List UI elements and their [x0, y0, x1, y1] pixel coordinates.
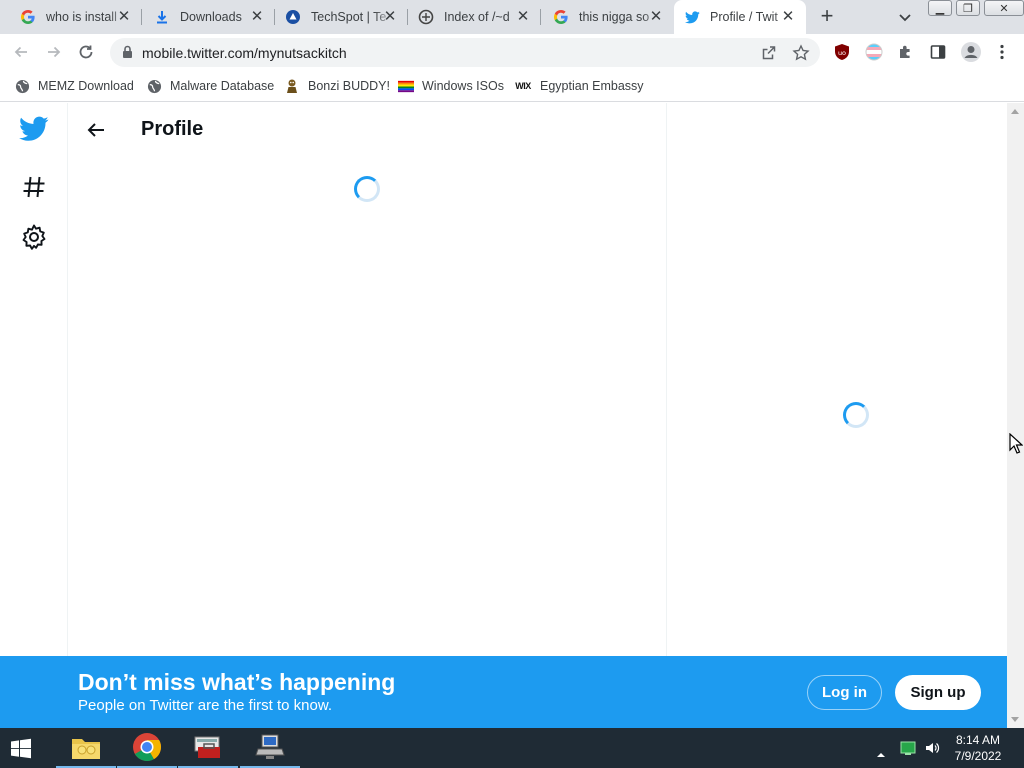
signup-banner: Don’t miss what’s happening People on Tw… — [0, 656, 1007, 728]
window-controls: ▁ ❐ ✕ — [928, 0, 1024, 16]
new-tab-button[interactable]: + — [815, 5, 839, 29]
bookmark-star-icon[interactable] — [792, 44, 810, 62]
bookmark-windows-isos[interactable]: Windows ISOs — [398, 76, 504, 96]
rainbow-flag-icon — [398, 78, 414, 94]
bookmark-label: Egyptian Embassy — [540, 79, 644, 93]
profile-main-column: Profile — [69, 103, 667, 728]
bookmark-label: Malware Database — [170, 79, 275, 93]
bookmark-egyptian-embassy[interactable]: WIX Egyptian Embassy — [514, 76, 644, 96]
bookmark-malware-database[interactable]: Malware Database — [146, 76, 274, 96]
bookmark-memz[interactable]: MEMZ Download — [14, 76, 134, 96]
computer-icon — [255, 734, 285, 759]
scroll-up-arrow-icon[interactable] — [1011, 109, 1019, 114]
twitter-page: Profile — [0, 103, 1007, 728]
google-g-icon — [20, 9, 36, 25]
side-panel-icon[interactable] — [929, 43, 947, 61]
tab-close-icon[interactable]: ✕ — [249, 9, 265, 25]
close-window-button[interactable]: ✕ — [984, 0, 1024, 16]
tab-1[interactable]: who is install ✕ — [0, 0, 142, 34]
tab-close-icon[interactable]: ✕ — [515, 9, 531, 25]
bookmarks-bar: MEMZ Download Malware Database Bonzi BUD… — [0, 70, 1024, 102]
globe-icon — [14, 78, 30, 94]
menu-dots-icon[interactable] — [993, 43, 1011, 61]
windows-start-icon[interactable] — [10, 738, 32, 760]
page-title: Profile — [141, 118, 204, 140]
tab-2[interactable]: Downloads ✕ — [142, 0, 275, 34]
twitter-bird-icon — [684, 9, 700, 25]
index-icon — [418, 9, 434, 25]
settings-gear-icon[interactable] — [20, 223, 48, 251]
clock-date: 7/9/2022 — [954, 749, 1002, 763]
forward-arrow-icon — [48, 46, 61, 58]
banner-headline: Don’t miss what’s happening — [78, 669, 396, 695]
tab-close-icon[interactable]: ✕ — [648, 9, 664, 25]
scroll-down-arrow-icon[interactable] — [1011, 717, 1019, 722]
address-bar[interactable]: mobile.twitter.com/mynutsackitch — [110, 38, 820, 67]
explore-hashtag-icon[interactable] — [20, 173, 48, 201]
taskbar-chrome[interactable] — [117, 728, 177, 768]
screen: who is install ✕ Downloads ✕ TechSpot | … — [0, 0, 1024, 768]
bookmark-bonzi-buddy[interactable]: Bonzi BUDDY! — [284, 76, 390, 96]
extensions-puzzle-icon[interactable] — [897, 43, 915, 61]
back-button[interactable] — [10, 41, 32, 63]
techspot-icon — [285, 9, 301, 25]
restore-button[interactable]: ❐ — [956, 0, 980, 16]
toolbox-icon — [194, 736, 220, 758]
signup-button[interactable]: Sign up — [895, 675, 981, 710]
chrome-icon — [133, 733, 161, 761]
back-arrow-icon[interactable] — [85, 119, 107, 141]
tray-network-icon[interactable] — [900, 740, 916, 761]
bookmark-label: MEMZ Download — [38, 79, 134, 93]
taskbar-clock[interactable]: 8:14 AM 7/9/2022 — [940, 732, 1016, 764]
login-button[interactable]: Log in — [807, 675, 882, 710]
download-icon — [154, 9, 170, 25]
google-g-icon — [553, 9, 569, 25]
tab-4[interactable]: Index of /~d ✕ — [408, 0, 541, 34]
minimize-button[interactable]: ▁ — [928, 0, 952, 16]
folder-icon — [72, 739, 100, 759]
share-icon[interactable] — [760, 44, 778, 62]
url-text: mobile.twitter.com/mynutsackitch — [142, 45, 347, 61]
ublock-icon[interactable]: uo — [833, 43, 851, 61]
windows-taskbar: 8:14 AM 7/9/2022 — [0, 728, 1024, 768]
page-scrollbar[interactable] — [1007, 103, 1024, 728]
twitter-logo-icon[interactable] — [19, 116, 49, 146]
taskbar-toolbox-app[interactable] — [178, 728, 238, 768]
bookmark-label: Windows ISOs — [422, 79, 504, 93]
reload-icon — [79, 45, 93, 59]
reload-button[interactable] — [75, 41, 97, 63]
wix-icon: WIX — [515, 81, 531, 91]
tab-5[interactable]: this nigga so ✕ — [541, 0, 674, 34]
tab-close-icon[interactable]: ✕ — [780, 9, 796, 25]
tab-6-active[interactable]: Profile / Twit ✕ — [674, 0, 806, 34]
banner-subtext: People on Twitter are the first to know. — [78, 697, 333, 714]
taskbar-computer-app[interactable] — [240, 728, 300, 768]
tab-search-chevron-icon[interactable] — [896, 8, 914, 26]
browser-toolbar: mobile.twitter.com/mynutsackitch uo — [0, 34, 1024, 70]
tab-3[interactable]: TechSpot | Te ✕ — [275, 0, 408, 34]
tab-close-icon[interactable]: ✕ — [382, 9, 398, 25]
svg-text:uo: uo — [838, 49, 846, 57]
tray-show-hidden-icon[interactable] — [876, 745, 886, 763]
back-arrow-icon — [14, 46, 27, 58]
bookmark-label: Bonzi BUDDY! — [308, 79, 390, 93]
loading-spinner — [354, 176, 380, 202]
twitter-left-nav — [0, 103, 68, 728]
bonzi-icon — [284, 78, 300, 94]
tab-strip: who is install ✕ Downloads ✕ TechSpot | … — [0, 0, 1024, 34]
mouse-cursor-icon — [1009, 432, 1024, 460]
profile-avatar-icon[interactable] — [960, 41, 982, 63]
lock-icon[interactable] — [122, 45, 133, 64]
clock-time: 8:14 AM — [955, 733, 1001, 747]
tab-close-icon[interactable]: ✕ — [116, 9, 132, 25]
forward-button[interactable] — [43, 41, 65, 63]
sidebar-loading-spinner — [843, 402, 869, 428]
pride-extension-icon[interactable] — [865, 43, 883, 61]
globe-icon — [146, 78, 162, 94]
taskbar-file-explorer[interactable] — [56, 728, 116, 768]
tray-volume-icon[interactable] — [924, 740, 940, 761]
